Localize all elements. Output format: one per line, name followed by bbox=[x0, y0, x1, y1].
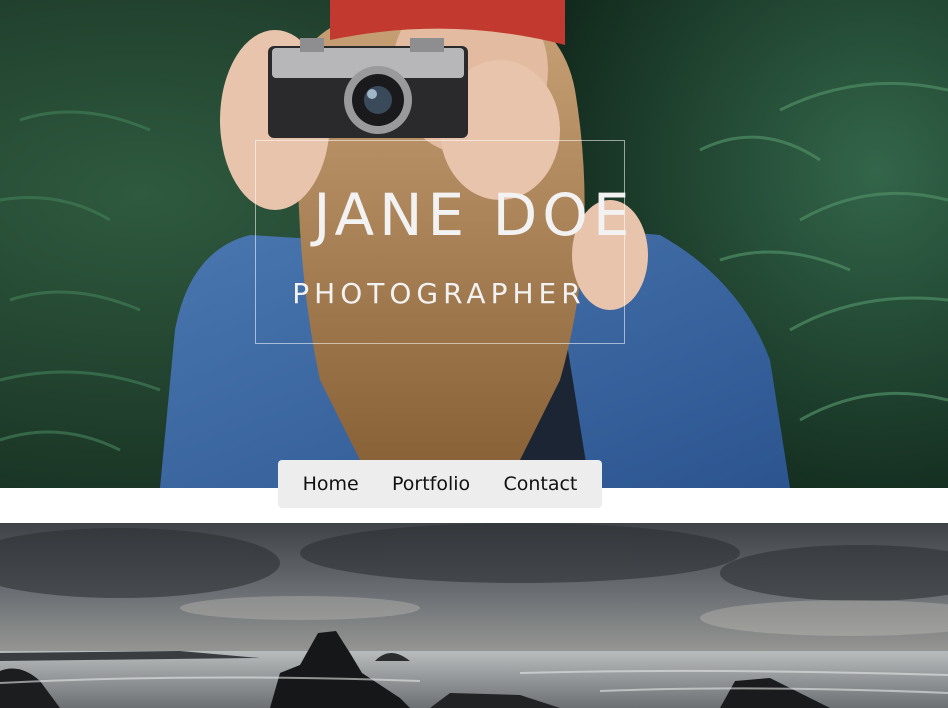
hero-subtitle: PHOTOGRAPHER bbox=[292, 277, 586, 310]
nav-link-home[interactable]: Home bbox=[293, 469, 369, 499]
seascape-photo bbox=[0, 523, 948, 708]
hero-title: JANE DOE bbox=[313, 181, 635, 249]
nav-link-contact[interactable]: Contact bbox=[493, 469, 587, 499]
nav-link-portfolio[interactable]: Portfolio bbox=[382, 469, 480, 499]
main-nav: Home Portfolio Contact bbox=[278, 460, 602, 508]
hero-section: JANE DOE PHOTOGRAPHER bbox=[0, 0, 948, 488]
camera-graphic bbox=[268, 38, 468, 138]
portfolio-image bbox=[0, 523, 948, 708]
